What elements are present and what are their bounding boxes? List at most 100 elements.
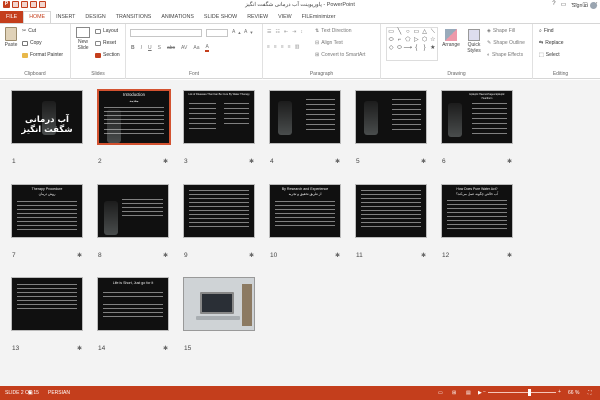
pentagon-shape-icon[interactable]: ⬠ (404, 36, 413, 44)
shape-outline-button[interactable]: ✎ Shape Outline (487, 40, 525, 46)
hexagon-shape-icon[interactable]: ⬡ (420, 36, 428, 44)
cut-button[interactable]: ✂ Cut (22, 28, 36, 34)
slide-thumbnail-9[interactable] (183, 184, 255, 238)
tab-fileminimizer[interactable]: FILEminimizer (297, 11, 341, 23)
text-direction-button[interactable]: ⇅ Text Direction (315, 28, 352, 34)
slide-thumbnail-4[interactable] (269, 90, 341, 144)
slide-thumbnail-14[interactable]: Life is Short, Just go for it (97, 277, 169, 331)
shrink-font-button[interactable]: A ▼ (244, 29, 253, 35)
zoom-slider-thumb[interactable] (528, 389, 531, 396)
align-text-button[interactable]: ⊟ Align Text (315, 40, 343, 46)
shapes-gallery[interactable]: ▭ ╲ ○ ▭ △ ⟍ ⬭ ⌐ ⬠ ▷ ⬡ ☆ ◇ ⬭ ⟶ { } ★ (386, 27, 438, 61)
font-name-box[interactable] (130, 29, 202, 37)
line-shape-icon[interactable]: ╲ (395, 28, 403, 36)
rounded-shape-icon[interactable]: ⬭ (387, 36, 395, 44)
rect2-shape-icon[interactable]: ▭ (412, 28, 420, 36)
slide-thumbnail-6[interactable]: Epileptic Haemorrhages Epileptic Heartbu… (441, 90, 513, 144)
tab-home[interactable]: HOME (23, 11, 52, 23)
help-button[interactable]: ? (552, 1, 555, 8)
zoom-out-button[interactable]: − (483, 389, 486, 395)
tab-insert[interactable]: INSERT (51, 11, 80, 23)
tab-slide-show[interactable]: SLIDE SHOW (199, 11, 242, 23)
spelling-icon[interactable]: ▣ (28, 390, 33, 396)
reading-view-icon[interactable]: ▤ (466, 390, 471, 396)
select-button[interactable]: ⬚ Select (539, 52, 560, 58)
find-button[interactable]: ⌕ Find (539, 28, 554, 34)
shadow-button[interactable]: S (158, 45, 161, 51)
tab-view[interactable]: VIEW (273, 11, 297, 23)
tab-animations[interactable]: ANIMATIONS (156, 11, 199, 23)
arrange-button[interactable]: Arrange (441, 29, 461, 48)
align-left-icon[interactable]: ≡ (267, 44, 270, 50)
align-center-icon[interactable]: ≡ (274, 44, 277, 50)
fit-to-window-icon[interactable]: ⛶ (588, 390, 592, 396)
convert-smartart-button[interactable]: ⊞ Convert to SmartArt (315, 52, 365, 58)
layout-button[interactable]: Layout (95, 28, 118, 34)
line-spacing-icon[interactable]: ↕ (300, 29, 303, 35)
slide-thumbnail-11[interactable] (355, 184, 427, 238)
slide-thumbnail-15[interactable] (183, 277, 255, 331)
left-brace-shape-icon[interactable]: { (412, 44, 420, 52)
bullets-icon[interactable]: ☰ (267, 29, 271, 35)
columns-icon[interactable]: ▥ (295, 44, 300, 50)
font-color-button[interactable]: A (205, 44, 209, 52)
language-indicator[interactable]: PERSIAN (48, 390, 70, 396)
indent-icon[interactable]: ⇤ (284, 29, 288, 35)
ribbon-display-button[interactable]: ▭ (561, 1, 567, 8)
shape-fill-button[interactable]: ◈ Shape Fill (487, 28, 515, 34)
diamond-shape-icon[interactable]: ◇ (387, 44, 395, 52)
outdent-icon[interactable]: ⇥ (292, 29, 296, 35)
slide-thumbnail-13[interactable] (11, 277, 83, 331)
tab-review[interactable]: REVIEW (242, 11, 273, 23)
slide-thumbnail-3[interactable]: List of Diseases That Can Be Cure By Wat… (183, 90, 255, 144)
slideshow-icon[interactable]: ▶ (478, 390, 482, 396)
shape-effects-button[interactable]: ◐ Shape Effects (487, 52, 523, 58)
slide-sorter-icon[interactable]: ⊞ (452, 390, 456, 396)
numbering-icon[interactable]: ☷ (275, 29, 279, 35)
zoom-in-button[interactable]: + (558, 389, 561, 395)
connector-shape-icon[interactable]: ⟍ (429, 28, 437, 36)
zoom-slider[interactable] (488, 392, 556, 393)
char-spacing-button[interactable]: AV (181, 45, 187, 51)
elbow-shape-icon[interactable]: ⌐ (395, 36, 403, 44)
font-size-box[interactable] (206, 29, 228, 37)
slide-thumbnail-1[interactable]: آب درمانی شگفت انگیز (11, 90, 83, 144)
star5-shape-icon[interactable]: ★ (429, 44, 437, 52)
slide-thumbnail-5[interactable] (355, 90, 427, 144)
account-avatar[interactable] (590, 2, 597, 9)
align-right-icon[interactable]: ≡ (281, 44, 284, 50)
bold-button[interactable]: B (131, 45, 135, 51)
section-button[interactable]: Section (95, 52, 120, 58)
grow-font-button[interactable]: A ▲ (232, 29, 241, 35)
right-brace-shape-icon[interactable]: } (420, 44, 428, 52)
slide-thumbnail-2[interactable]: Introduction مقدمه (97, 89, 171, 145)
underline-button[interactable]: U (148, 45, 152, 51)
triangle-shape-icon[interactable]: △ (420, 28, 428, 36)
star-shape-icon[interactable]: ☆ (429, 36, 437, 44)
sign-in-link[interactable]: Sign in (572, 3, 588, 9)
slide-thumbnail-7[interactable]: Therapy Procedure روش درمان (11, 184, 83, 238)
copy-button[interactable]: Copy (22, 40, 42, 46)
italic-button[interactable]: I (141, 45, 142, 51)
reset-button[interactable]: Reset (95, 40, 116, 46)
format-painter-button[interactable]: Format Painter (22, 52, 63, 58)
slide-thumbnail-10[interactable]: By Research and Experience از طریق تحقیق… (269, 184, 341, 238)
tab-design[interactable]: DESIGN (80, 11, 110, 23)
zoom-level[interactable]: 66 % (568, 390, 579, 396)
long-arrow-shape-icon[interactable]: ⟶ (404, 44, 413, 52)
rectangle-shape-icon[interactable]: ▭ (387, 28, 395, 36)
slide-thumbnail-12[interactable]: How Does Pure Water Act? آب خالص چگونه ع… (441, 184, 513, 238)
replace-button[interactable]: ⇆ Replace (539, 40, 564, 46)
quick-styles-button[interactable]: Quick Styles (463, 29, 485, 54)
new-slide-button[interactable]: New Slide (73, 27, 93, 51)
strikethrough-button[interactable]: abc (167, 45, 175, 51)
change-case-button[interactable]: Aa (193, 45, 199, 51)
oval-shape-icon[interactable]: ○ (404, 28, 413, 36)
slide-thumbnail-8[interactable] (97, 184, 169, 238)
justify-icon[interactable]: ≡ (288, 44, 291, 50)
tab-transitions[interactable]: TRANSITIONS (111, 11, 157, 23)
paste-button[interactable]: Paste (3, 27, 19, 48)
ellipse-shape-icon[interactable]: ⬭ (395, 44, 403, 52)
tab-file[interactable]: FILE (0, 11, 24, 23)
normal-view-icon[interactable]: ▭ (438, 390, 443, 396)
